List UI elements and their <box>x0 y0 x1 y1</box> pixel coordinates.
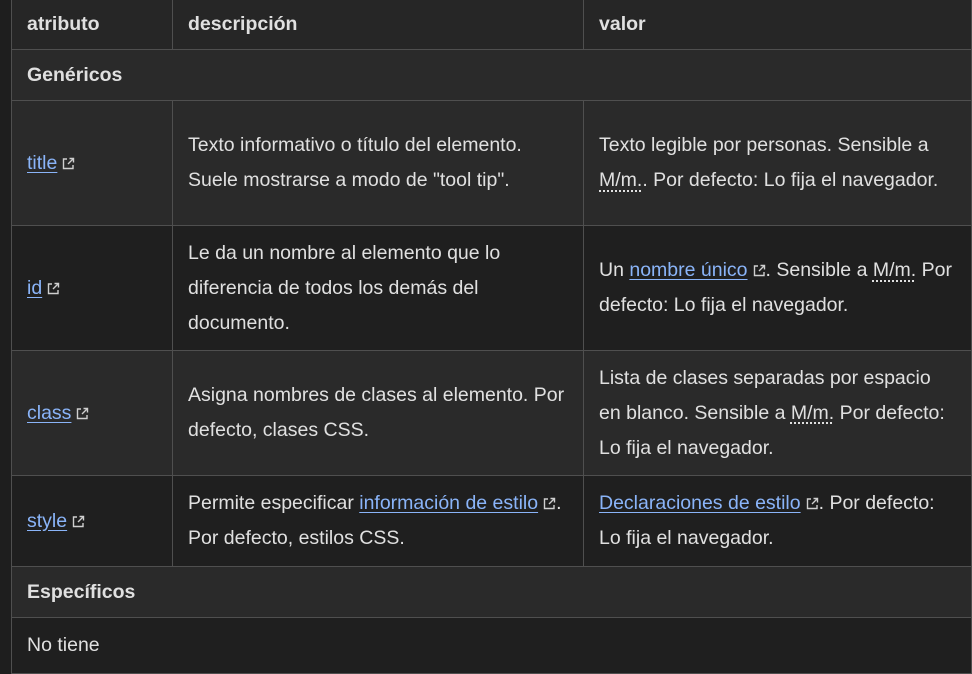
attr-link-title[interactable]: title <box>27 152 57 174</box>
header-valor: valor <box>583 0 972 50</box>
valor-cell: Texto legible por personas. Sensible a M… <box>583 100 972 226</box>
table-header-row: atributo descripción valor <box>11 0 972 50</box>
case-sensitive-abbr[interactable]: M/m. <box>873 259 916 281</box>
table-row: No tiene <box>11 617 972 674</box>
valor-cell: Un nombre único. Sensible a M/m. Por def… <box>583 225 972 351</box>
table-row: id Le da un nombre al elemento que lo di… <box>11 225 972 351</box>
table-row: style Permite especificar información de… <box>11 475 972 567</box>
valor-text-mid: . Sensible a <box>765 259 873 281</box>
desc-cell: Asigna nombres de clases al elemento. Po… <box>172 350 584 476</box>
external-link-icon[interactable] <box>62 157 75 170</box>
desc-cell: Permite especificar información de estil… <box>172 475 584 567</box>
attributes-table-container: atributo descripción valor Genéricos tit… <box>11 0 972 674</box>
valor-text: Un <box>599 259 630 281</box>
valor-text: Texto legible por personas. Sensible a <box>599 134 929 156</box>
case-sensitive-abbr[interactable]: M/m. <box>599 169 642 191</box>
valor-text-post: . Por defecto: Lo fija el navegador. <box>642 169 939 191</box>
case-sensitive-abbr[interactable]: M/m. <box>791 402 834 424</box>
attr-link-style[interactable]: style <box>27 510 67 532</box>
attr-cell: title <box>11 100 173 226</box>
valor-cell: Lista de clases separadas por espacio en… <box>583 350 972 476</box>
attr-cell: class <box>11 350 173 476</box>
attr-link-id[interactable]: id <box>27 277 42 299</box>
attr-cell: id <box>11 225 173 351</box>
external-link-icon[interactable] <box>47 282 60 295</box>
section-row-especificos: Específicos <box>11 566 972 618</box>
valor-cell: Declaraciones de estilo. Por defecto: Lo… <box>583 475 972 567</box>
header-atributo: atributo <box>11 0 173 50</box>
desc-cell: Le da un nombre al elemento que lo difer… <box>172 225 584 351</box>
desc-text: Permite especificar <box>188 492 360 514</box>
section-title-especificos: Específicos <box>11 566 972 618</box>
external-link-icon[interactable] <box>72 515 85 528</box>
attr-cell: style <box>11 475 173 567</box>
section-row-genericos: Genéricos <box>11 49 972 101</box>
attr-link-class[interactable]: class <box>27 402 71 424</box>
nombre-unico-link[interactable]: nombre único <box>629 259 747 281</box>
informacion-de-estilo-link[interactable]: información de estilo <box>359 492 538 514</box>
table-row: class Asigna nombres de clases al elemen… <box>11 350 972 476</box>
especificos-value: No tiene <box>11 617 972 674</box>
section-title-genericos: Genéricos <box>11 49 972 101</box>
external-link-icon[interactable] <box>543 497 556 510</box>
external-link-icon[interactable] <box>76 407 89 420</box>
attributes-table: atributo descripción valor Genéricos tit… <box>11 0 972 674</box>
table-row: title Texto informativo o título del ele… <box>11 100 972 226</box>
desc-cell: Texto informativo o título del elemento.… <box>172 100 584 226</box>
declaraciones-de-estilo-link[interactable]: Declaraciones de estilo <box>599 492 801 514</box>
external-link-icon[interactable] <box>753 264 766 277</box>
header-descripcion: descripción <box>172 0 584 50</box>
external-link-icon[interactable] <box>806 497 819 510</box>
